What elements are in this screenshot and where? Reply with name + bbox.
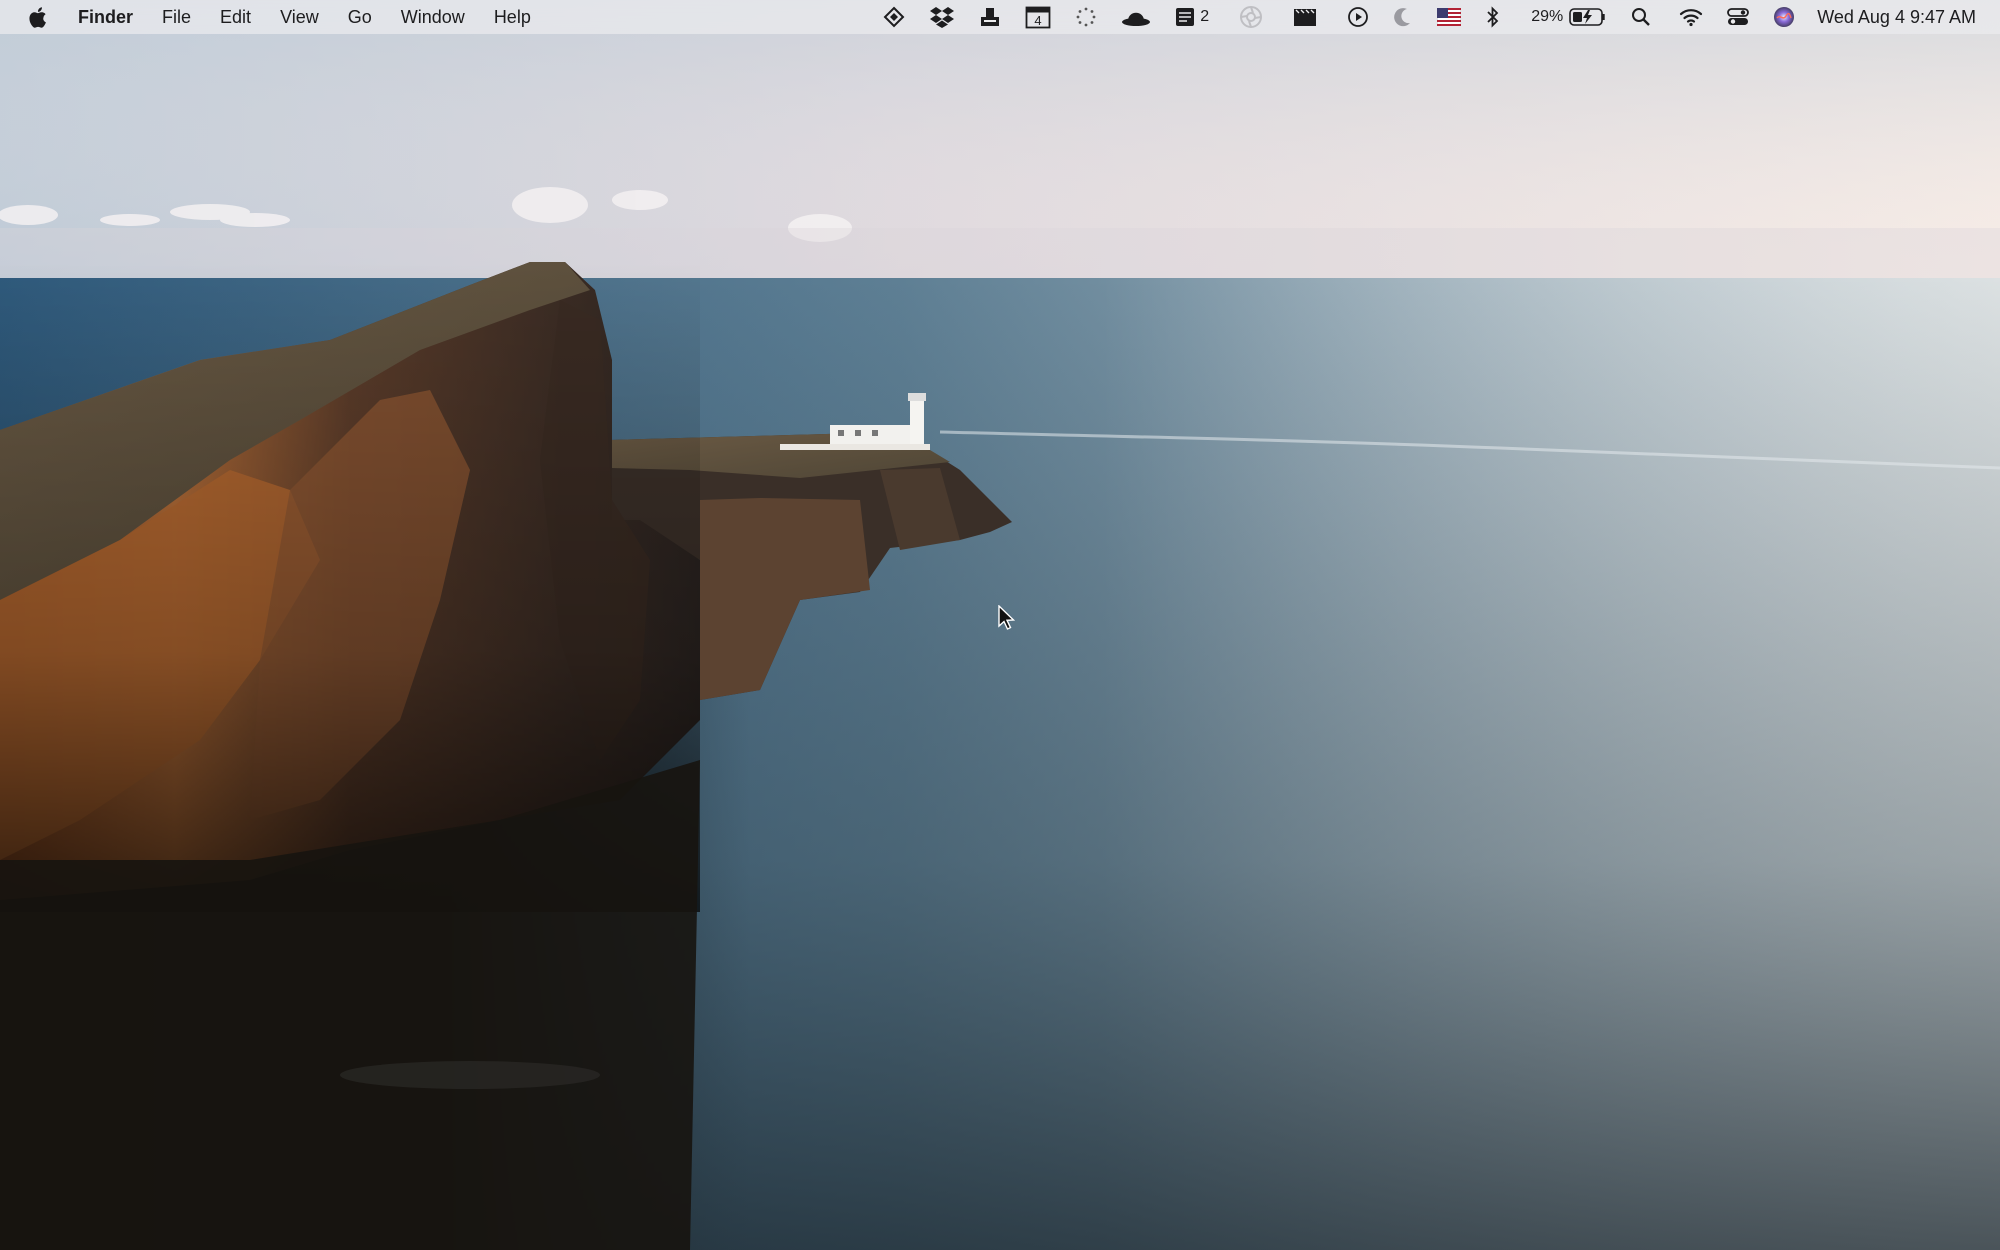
printer-icon[interactable]	[979, 0, 1001, 34]
battery-icon	[1569, 8, 1605, 26]
bluetooth-icon[interactable]	[1485, 0, 1501, 34]
menu-window[interactable]: Window	[401, 0, 465, 34]
battery-percent: 29%	[1531, 8, 1564, 25]
menu-bar: Finder File Edit View Go Window Help 4 2…	[0, 0, 2000, 34]
menu-edit[interactable]: Edit	[220, 0, 251, 34]
us-flag-icon[interactable]	[1437, 0, 1462, 34]
notes-count: 2	[1200, 8, 1210, 25]
loading-dots-icon[interactable]	[1075, 0, 1097, 34]
clapperboard-icon[interactable]	[1293, 0, 1317, 34]
menu-app-name[interactable]: Finder	[78, 0, 133, 34]
play-icon[interactable]	[1347, 0, 1369, 34]
hat-icon[interactable]	[1121, 0, 1151, 34]
calendar-icon[interactable]: 4	[1025, 0, 1051, 34]
dropbox-icon[interactable]	[929, 0, 955, 34]
menu-file[interactable]: File	[162, 0, 191, 34]
desktop[interactable]: Finder File Edit View Go Window Help 4 2…	[0, 0, 2000, 1250]
menu-bar-clock[interactable]: Wed Aug 4 9:47 AM	[1817, 7, 1976, 28]
aperture-icon[interactable]	[1239, 0, 1263, 34]
arrange-icon[interactable]	[883, 0, 905, 34]
menu-go[interactable]: Go	[348, 0, 372, 34]
notes-badge-icon[interactable]: 2	[1175, 0, 1209, 34]
menu-view[interactable]: View	[280, 0, 319, 34]
arrow-cursor-icon	[998, 605, 1015, 630]
calendar-day: 4	[1035, 13, 1042, 28]
wifi-icon[interactable]	[1679, 0, 1703, 34]
search-icon[interactable]	[1631, 0, 1651, 34]
menu-bar-left: Finder File Edit View Go Window Help	[0, 0, 560, 34]
menu-help[interactable]: Help	[494, 0, 531, 34]
menu-bar-status-area: 4 2 29% Wed Aug 4 9:47 AM	[883, 0, 2000, 34]
moon-icon[interactable]	[1393, 0, 1413, 34]
siri-icon[interactable]	[1773, 0, 1795, 34]
apple-logo-icon[interactable]	[26, 5, 48, 29]
control-center-icon[interactable]	[1727, 0, 1750, 34]
battery-status[interactable]: 29%	[1531, 0, 1607, 34]
